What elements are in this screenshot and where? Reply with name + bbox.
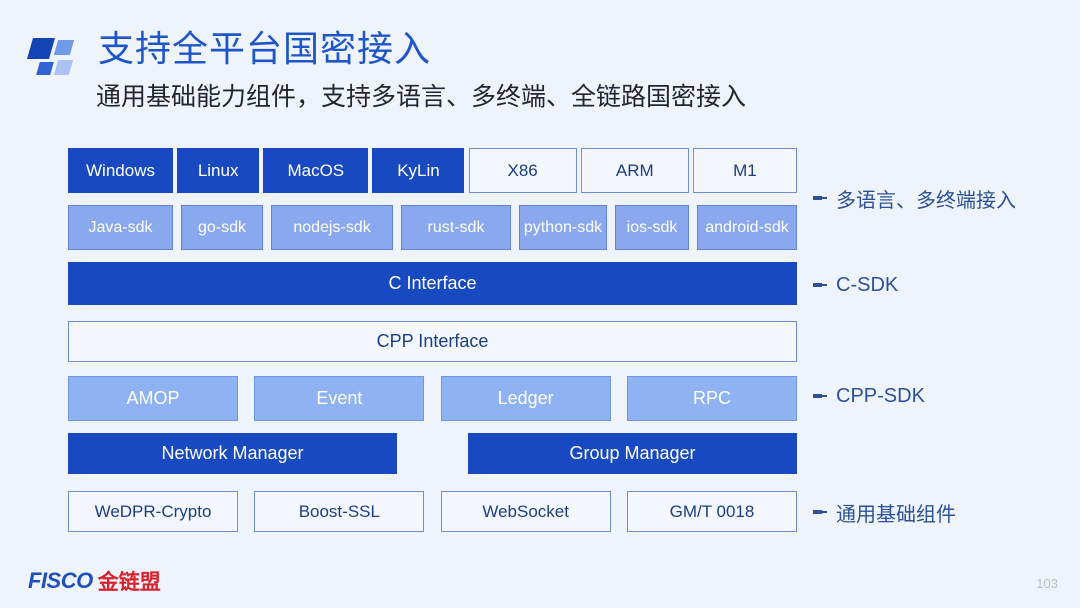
fisco-diamond-logo-icon: [26, 38, 78, 76]
page-number: 103: [1036, 576, 1058, 591]
page-title: 支持全平台国密接入: [98, 28, 432, 69]
diagram-box: Java-sdk: [68, 205, 173, 250]
diagram-box: AMOP: [68, 376, 238, 421]
diagram-box: rust-sdk: [401, 205, 511, 250]
diagram-row-managers: Network Manager Group Manager: [68, 433, 797, 474]
logo-tile-d: [53, 60, 74, 75]
page-subtitle: 通用基础能力组件，支持多语言、多终端、全链路国密接入: [96, 83, 747, 111]
diagram-row-c-interface: C Interface: [68, 262, 797, 305]
diagram-box: Boost-SSL: [254, 491, 425, 532]
diagram-box: Linux: [177, 148, 260, 193]
diagram-row-platform: Windows Linux MacOS KyLin X86 ARM M1: [68, 148, 797, 193]
slide-header: 支持全平台国密接入 通用基础能力组件，支持多语言、多终端、全链路国密接入: [0, 0, 1080, 130]
diagram-box: python-sdk: [519, 205, 607, 250]
diagram-box: M1: [692, 148, 797, 193]
diagram-row-modules: AMOP Event Ledger RPC: [68, 376, 797, 421]
diagram-box: RPC: [626, 376, 797, 421]
footer-brand-logo: FISCO 金链盟: [28, 566, 161, 596]
diagram-box: ARM: [580, 148, 689, 193]
annotation-label: C-SDK: [836, 273, 899, 296]
diagram-box: MacOS: [263, 148, 369, 193]
annotation-base-components: 通用基础组件: [806, 486, 956, 538]
diagram-box: nodejs-sdk: [271, 205, 393, 250]
diagram-box: KyLin: [372, 148, 465, 193]
diagram-box: C Interface: [68, 262, 797, 305]
logo-tile-a: [26, 38, 56, 59]
diagram-box: X86: [468, 148, 577, 193]
diagram-box: Windows: [68, 148, 173, 193]
diagram-box: CPP Interface: [68, 321, 797, 362]
diagram-row-cpp-interface: CPP Interface: [68, 321, 797, 362]
diagram-box: GM/T 0018: [626, 491, 797, 532]
diagram-box: WeDPR-Crypto: [68, 491, 238, 532]
brand-name-en: FISCO: [28, 568, 93, 593]
diagram-row-sdk: Java-sdk go-sdk nodejs-sdk rust-sdk python-s…: [68, 205, 797, 250]
brand-name-cn: 金链盟: [97, 571, 161, 594]
diagram-box: ios-sdk: [615, 205, 689, 250]
diagram-box: android-sdk: [697, 205, 797, 250]
diagram-box: Group Manager: [468, 433, 797, 474]
diagram-box: Event: [254, 376, 425, 421]
logo-tile-b: [53, 40, 75, 55]
annotation-label: 通用基础组件: [836, 503, 956, 526]
diagram-box: Ledger: [440, 376, 611, 421]
diagram-row-base: WeDPR-Crypto Boost-SSL WebSocket GM/T 0018: [68, 491, 797, 532]
diagram-box: Network Manager: [68, 433, 397, 474]
annotation-c-sdk: C-SDK: [806, 260, 898, 310]
annotation-label: CPP-SDK: [836, 384, 925, 407]
annotation-cpp-sdk: CPP-SDK: [806, 322, 925, 470]
diagram-box: go-sdk: [181, 205, 263, 250]
annotation-multi-platform: 多语言、多终端接入: [806, 150, 1016, 246]
annotation-label: 多语言、多终端接入: [836, 189, 1016, 212]
logo-tile-c: [36, 62, 54, 75]
diagram-box: WebSocket: [440, 491, 611, 532]
